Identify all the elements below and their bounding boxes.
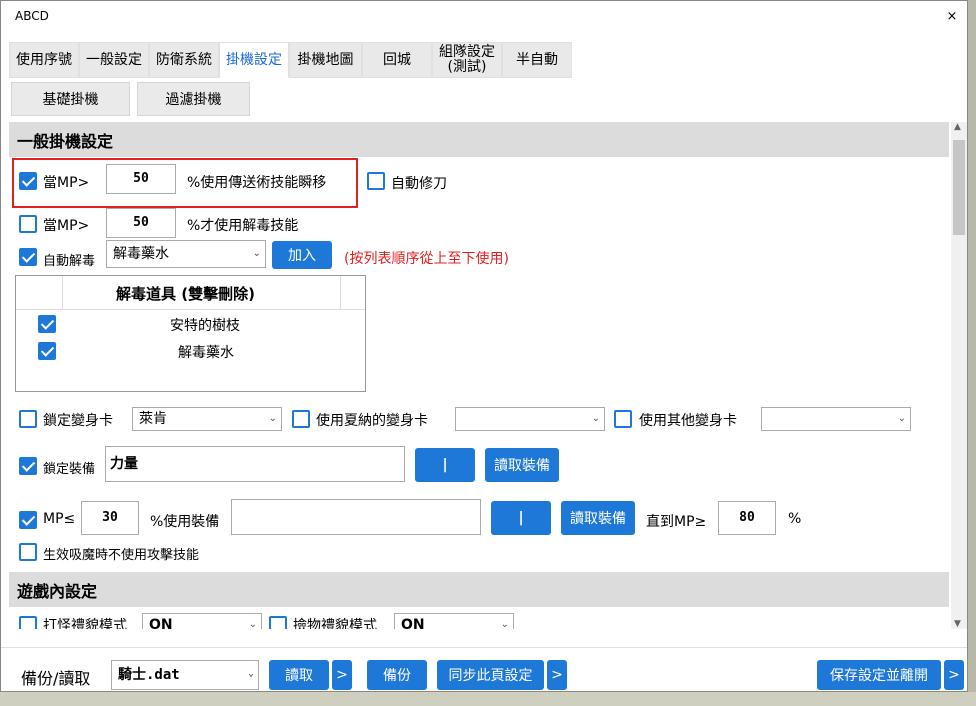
tab-serial[interactable]: 使用序號: [9, 42, 79, 78]
tab-defense[interactable]: 防衛系統: [149, 42, 219, 78]
mp-equip-input[interactable]: 30: [81, 501, 139, 535]
no-attack-drain-label: 生效吸魔時不使用攻擊技能: [43, 548, 200, 563]
subtab-basic-afk[interactable]: 基礎掛機: [11, 82, 130, 116]
mp-teleport-input[interactable]: 50: [106, 164, 176, 194]
mp-equip-name-input[interactable]: [231, 499, 481, 535]
detox-item-list[interactable]: 解毒道具 (雙擊刪除) 安特的樹枝 解毒藥水: [15, 275, 366, 392]
auto-detox-label: 自動解毒: [43, 254, 96, 269]
lock-equip-read-button[interactable]: 讀取裝備: [485, 448, 559, 482]
other-poly-checkbox[interactable]: [614, 410, 632, 428]
vertical-scrollbar[interactable]: ▲ ▼: [951, 122, 967, 629]
tab-semi-auto[interactable]: 半自動: [502, 42, 572, 78]
settings-window: ABCD × 使用序號 一般設定 防衛系統 掛機設定 掛機地圖 回城 組隊設定 …: [0, 0, 968, 692]
other-poly-select[interactable]: ⌄: [761, 407, 911, 431]
auto-detox-checkbox[interactable]: [19, 248, 37, 266]
backup-button[interactable]: 備份: [367, 660, 427, 690]
until-mp-unit: %: [788, 511, 802, 527]
mp-equip-separator-button[interactable]: |: [491, 501, 551, 535]
scrollbar-thumb[interactable]: [953, 140, 965, 235]
lock-poly-select[interactable]: 萊肯 ⌄: [132, 407, 282, 431]
monster-etiquette-select[interactable]: ON ⌄: [142, 613, 262, 629]
close-icon[interactable]: ×: [945, 10, 959, 24]
read-more-button[interactable]: >: [332, 660, 352, 690]
chevron-down-icon: ⌄: [500, 619, 509, 629]
mp-equip-prefix: MP≤: [43, 511, 76, 527]
no-attack-drain-checkbox[interactable]: [19, 543, 37, 561]
mp-equip-suffix: %使用裝備: [150, 514, 220, 530]
lock-equip-label: 鎖定裝備: [43, 462, 96, 477]
detox-list-header-label: 解毒道具 (雙擊刪除): [116, 285, 255, 303]
list-item: 解毒藥水: [178, 345, 234, 361]
sync-more-button[interactable]: >: [547, 660, 567, 690]
auto-repair-checkbox[interactable]: [367, 172, 385, 190]
lock-equip-separator-button[interactable]: |: [415, 448, 475, 482]
auto-repair-label: 自動修刀: [391, 176, 447, 192]
tab-general[interactable]: 一般設定: [79, 42, 149, 78]
shaena-poly-checkbox[interactable]: [292, 410, 310, 428]
section-general-afk: 一般掛機設定: [9, 122, 949, 157]
chevron-down-icon: ⌄: [252, 248, 261, 259]
tab-party[interactable]: 組隊設定 (測試): [432, 42, 502, 78]
save-more-button[interactable]: >: [944, 660, 964, 690]
lock-poly-checkbox[interactable]: [19, 410, 37, 428]
tab-afk-map[interactable]: 掛機地圖: [289, 42, 362, 78]
detox-order-note: (按列表順序從上至下使用): [344, 251, 509, 267]
detox-item-checkbox[interactable]: [38, 342, 56, 360]
save-exit-button[interactable]: 保存設定並離開: [817, 660, 941, 690]
chevron-down-icon: ⌄: [591, 413, 600, 424]
tab-return-town[interactable]: 回城: [362, 42, 432, 78]
backup-file-value: 騎士.dat: [118, 667, 180, 683]
mp-detox-suffix: %才使用解毒技能: [187, 218, 299, 234]
mp-equip-read-button[interactable]: 讀取裝備: [561, 501, 635, 535]
desktop-background: [0, 692, 976, 706]
window-title: ABCD: [15, 9, 49, 23]
tab-afk-settings[interactable]: 掛機設定: [219, 42, 289, 78]
detox-list-header: 解毒道具 (雙擊刪除): [16, 276, 365, 310]
title-bar: ABCD ×: [1, 1, 967, 33]
ingame-row: 打怪禮貌模式 ON ⌄ 撿物禮貌模式 ON ⌄: [9, 607, 949, 629]
shaena-poly-select[interactable]: ⌄: [455, 407, 605, 431]
lock-poly-value: 萊肯: [139, 411, 167, 427]
read-button[interactable]: 讀取: [269, 660, 329, 690]
chevron-down-icon: ⌄: [897, 413, 906, 424]
mp-detox-input[interactable]: 50: [106, 208, 176, 238]
mp-teleport-checkbox[interactable]: [19, 172, 37, 190]
mp-detox-checkbox[interactable]: [19, 215, 37, 233]
other-poly-label: 使用其他變身卡: [639, 413, 737, 429]
loot-etiquette-select[interactable]: ON ⌄: [394, 613, 514, 629]
subtab-filter-afk[interactable]: 過濾掛機: [137, 82, 250, 116]
lock-equip-input[interactable]: 力量: [105, 446, 405, 482]
list-item: 安特的樹枝: [170, 318, 240, 334]
loot-etiquette-label: 撿物禮貌模式: [293, 618, 377, 629]
shaena-poly-label: 使用夏納的變身卡: [316, 413, 428, 429]
scroll-down-icon[interactable]: ▼: [954, 619, 961, 629]
chevron-down-icon: ⌄: [247, 668, 254, 679]
scroll-up-icon[interactable]: ▲: [954, 122, 961, 132]
backup-label: 備份/讀取: [21, 669, 91, 688]
chevron-down-icon: ⌄: [248, 619, 257, 629]
add-detox-button[interactable]: 加入: [272, 241, 332, 269]
backup-file-select[interactable]: 騎士.dat ⌄: [111, 660, 259, 690]
section-ingame: 遊戲內設定: [9, 572, 949, 607]
mp-detox-prefix: 當MP>: [43, 218, 90, 234]
mp-teleport-suffix: %使用傳送術技能瞬移: [187, 175, 327, 191]
monster-etiquette-checkbox[interactable]: [19, 616, 37, 629]
monster-etiquette-value: ON: [149, 617, 173, 629]
until-mp-input[interactable]: 80: [718, 501, 776, 535]
sync-page-button[interactable]: 同步此頁設定: [437, 660, 544, 690]
chevron-down-icon: ⌄: [268, 413, 277, 424]
mp-equip-checkbox[interactable]: [19, 511, 37, 529]
footer-bar: 備份/讀取 騎士.dat ⌄ 讀取 > 備份 同步此頁設定 > 保存設定並離開 …: [1, 647, 967, 694]
monster-etiquette-label: 打怪禮貌模式: [43, 618, 127, 629]
lock-equip-checkbox[interactable]: [19, 457, 37, 475]
mp-teleport-prefix: 當MP>: [43, 175, 90, 191]
lock-poly-label: 鎖定變身卡: [43, 413, 113, 429]
loot-etiquette-value: ON: [401, 617, 425, 629]
loot-etiquette-checkbox[interactable]: [269, 616, 287, 629]
detox-item-value: 解毒藥水: [113, 246, 169, 262]
detox-item-select[interactable]: 解毒藥水 ⌄: [106, 240, 266, 268]
until-mp-label: 直到MP≥: [646, 514, 707, 530]
detox-item-checkbox[interactable]: [38, 315, 56, 333]
